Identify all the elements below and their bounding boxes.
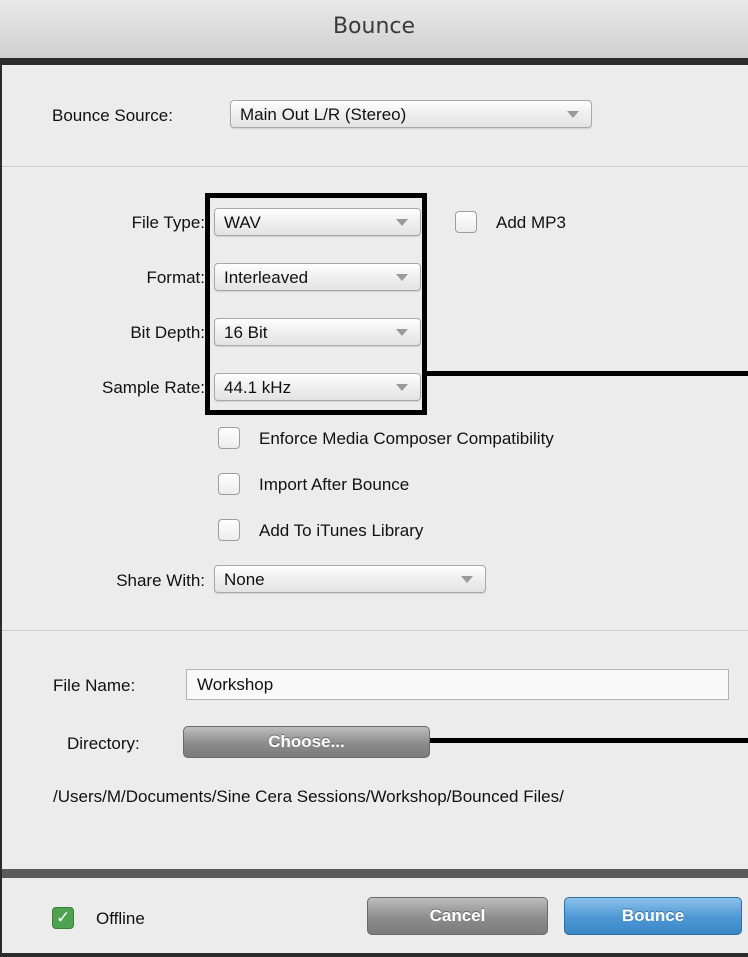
- cancel-button[interactable]: Cancel: [367, 897, 548, 935]
- chevron-down-icon: [567, 111, 579, 118]
- file-type-label: File Type:: [131, 213, 205, 232]
- annotation-callout-line: [430, 738, 748, 743]
- format-label: Format:: [146, 268, 205, 287]
- dialog-bottom-border: [0, 953, 748, 957]
- chevron-down-icon: [461, 576, 473, 583]
- directory-path: /Users/M/Documents/Sine Cera Sessions/Wo…: [53, 787, 564, 806]
- directory-label: Directory:: [67, 734, 140, 753]
- bounce-source-label: Bounce Source:: [52, 106, 173, 125]
- share-with-value: None: [224, 570, 265, 589]
- bounce-source-value: Main Out L/R (Stereo): [240, 105, 407, 124]
- dialog-left-border: [0, 58, 2, 957]
- bounce-source-select[interactable]: Main Out L/R (Stereo): [230, 100, 592, 128]
- add-to-itunes-checkbox[interactable]: [218, 519, 240, 541]
- enforce-compat-checkbox[interactable]: [218, 427, 240, 449]
- section-divider: [2, 166, 748, 167]
- file-name-field[interactable]: [186, 669, 729, 700]
- bounce-dialog: Bounce Bounce Source: Main Out L/R (Ster…: [0, 0, 748, 957]
- file-name-input[interactable]: [187, 670, 728, 699]
- import-after-bounce-checkbox[interactable]: [218, 473, 240, 495]
- offline-label: Offline: [96, 909, 145, 928]
- add-mp3-checkbox[interactable]: [455, 211, 477, 233]
- file-name-label: File Name:: [53, 676, 136, 695]
- checkmark-icon: ✓: [56, 908, 71, 928]
- sample-rate-label: Sample Rate:: [102, 378, 205, 397]
- add-to-itunes-label: Add To iTunes Library: [259, 521, 424, 540]
- section-divider: [2, 630, 748, 631]
- offline-checkbox[interactable]: ✓: [52, 907, 74, 929]
- title-bar: Bounce: [0, 0, 748, 58]
- add-mp3-label: Add MP3: [496, 213, 566, 232]
- bit-depth-label: Bit Depth:: [130, 323, 205, 342]
- annotation-highlight-box: [205, 193, 427, 415]
- title-bar-divider: [0, 58, 748, 65]
- dialog-title: Bounce: [332, 14, 416, 39]
- choose-directory-button[interactable]: Choose...: [183, 726, 430, 758]
- annotation-callout-line: [427, 371, 748, 376]
- footer-divider: [2, 869, 748, 878]
- import-after-bounce-label: Import After Bounce: [259, 475, 410, 494]
- share-with-select[interactable]: None: [214, 565, 486, 593]
- enforce-compat-label: Enforce Media Composer Compatibility: [259, 429, 554, 448]
- share-with-label: Share With:: [116, 571, 205, 590]
- bounce-button[interactable]: Bounce: [564, 897, 742, 935]
